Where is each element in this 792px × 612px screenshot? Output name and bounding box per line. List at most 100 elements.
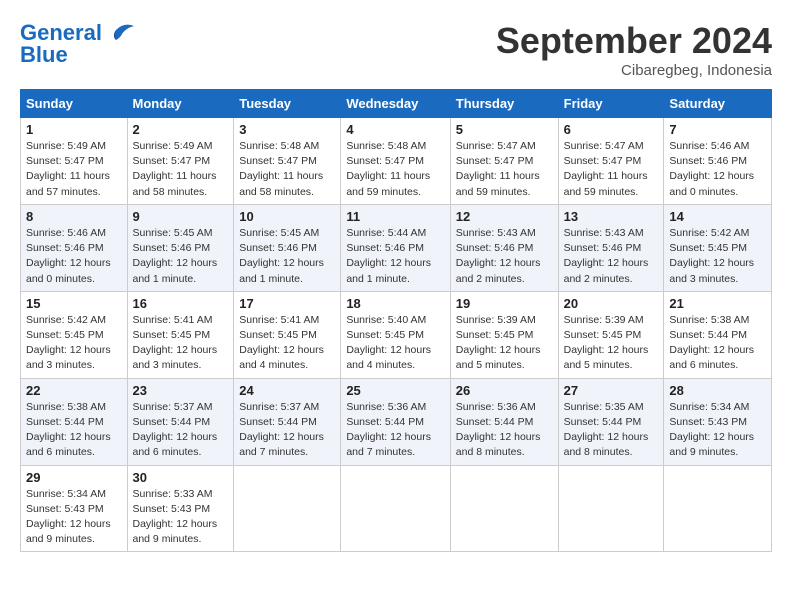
day-info: Sunrise: 5:36 AMSunset: 5:44 PMDaylight:… [456, 400, 553, 461]
calendar-week-row: 15Sunrise: 5:42 AMSunset: 5:45 PMDayligh… [21, 291, 772, 378]
day-number: 3 [239, 122, 335, 137]
calendar-header-row: SundayMondayTuesdayWednesdayThursdayFrid… [21, 90, 772, 118]
calendar-cell: 19 Sunrise: 5:39 AMSunset: 5:45 PMDayligh… [450, 291, 558, 378]
day-number: 2 [133, 122, 229, 137]
calendar-table: SundayMondayTuesdayWednesdayThursdayFrid… [20, 89, 772, 552]
day-number: 28 [669, 383, 766, 398]
day-info: Sunrise: 5:39 AMSunset: 5:45 PMDaylight:… [564, 313, 659, 374]
calendar-cell: 17Sunrise: 5:41 AMSunset: 5:45 PMDayligh… [234, 291, 341, 378]
day-number: 13 [564, 209, 659, 224]
calendar-cell [341, 465, 450, 552]
calendar-cell: 20 Sunrise: 5:39 AMSunset: 5:45 PMDayligh… [558, 291, 664, 378]
calendar-week-row: 8 Sunrise: 5:46 AMSunset: 5:46 PMDaylight… [21, 204, 772, 291]
day-number: 30 [133, 470, 229, 485]
calendar-week-row: 1 Sunrise: 5:49 AMSunset: 5:47 PMDaylight… [21, 118, 772, 205]
day-info: Sunrise: 5:46 AMSunset: 5:46 PMDaylight:… [669, 139, 766, 200]
day-info: Sunrise: 5:41 AMSunset: 5:45 PMDaylight:… [133, 313, 229, 374]
day-number: 18 [346, 296, 444, 311]
day-info: Sunrise: 5:35 AMSunset: 5:44 PMDaylight:… [564, 400, 659, 461]
day-info: Sunrise: 5:47 AMSunset: 5:47 PMDaylight:… [456, 139, 553, 200]
day-number: 7 [669, 122, 766, 137]
title-block: September 2024 Cibaregbeg, Indonesia [496, 20, 772, 79]
calendar-cell: 12Sunrise: 5:43 AMSunset: 5:46 PMDayligh… [450, 204, 558, 291]
day-info: Sunrise: 5:44 AMSunset: 5:46 PMDaylight:… [346, 226, 444, 287]
day-number: 22 [26, 383, 122, 398]
day-info: Sunrise: 5:45 AMSunset: 5:46 PMDaylight:… [133, 226, 229, 287]
calendar-cell: 24 Sunrise: 5:37 AMSunset: 5:44 PMDayligh… [234, 378, 341, 465]
calendar-cell [664, 465, 772, 552]
day-number: 10 [239, 209, 335, 224]
day-info: Sunrise: 5:40 AMSunset: 5:45 PMDaylight:… [346, 313, 444, 374]
day-info: Sunrise: 5:39 AMSunset: 5:45 PMDaylight:… [456, 313, 553, 374]
calendar-cell: 1 Sunrise: 5:49 AMSunset: 5:47 PMDaylight… [21, 118, 128, 205]
day-header-tuesday: Tuesday [234, 90, 341, 118]
calendar-cell: 15Sunrise: 5:42 AMSunset: 5:45 PMDayligh… [21, 291, 128, 378]
day-info: Sunrise: 5:49 AMSunset: 5:47 PMDaylight:… [133, 139, 229, 200]
calendar-cell: 5 Sunrise: 5:47 AMSunset: 5:47 PMDaylight… [450, 118, 558, 205]
calendar-cell: 23Sunrise: 5:37 AMSunset: 5:44 PMDayligh… [127, 378, 234, 465]
calendar-cell: 30 Sunrise: 5:33 AMSunset: 5:43 PMDayligh… [127, 465, 234, 552]
calendar-cell: 2 Sunrise: 5:49 AMSunset: 5:47 PMDaylight… [127, 118, 234, 205]
page-header: General Blue September 2024 Cibaregbeg, … [20, 20, 772, 79]
day-number: 14 [669, 209, 766, 224]
day-header-sunday: Sunday [21, 90, 128, 118]
day-info: Sunrise: 5:47 AMSunset: 5:47 PMDaylight:… [564, 139, 659, 200]
day-header-saturday: Saturday [664, 90, 772, 118]
calendar-cell [558, 465, 664, 552]
day-info: Sunrise: 5:46 AMSunset: 5:46 PMDaylight:… [26, 226, 122, 287]
month-title: September 2024 [496, 20, 772, 62]
day-header-wednesday: Wednesday [341, 90, 450, 118]
day-number: 4 [346, 122, 444, 137]
day-info: Sunrise: 5:34 AMSunset: 5:43 PMDaylight:… [669, 400, 766, 461]
calendar-cell: 11 Sunrise: 5:44 AMSunset: 5:46 PMDayligh… [341, 204, 450, 291]
day-number: 11 [346, 209, 444, 224]
calendar-cell: 28 Sunrise: 5:34 AMSunset: 5:43 PMDayligh… [664, 378, 772, 465]
day-number: 24 [239, 383, 335, 398]
day-info: Sunrise: 5:45 AMSunset: 5:46 PMDaylight:… [239, 226, 335, 287]
day-info: Sunrise: 5:37 AMSunset: 5:44 PMDaylight:… [133, 400, 229, 461]
calendar-cell [450, 465, 558, 552]
day-number: 29 [26, 470, 122, 485]
day-number: 26 [456, 383, 553, 398]
day-info: Sunrise: 5:43 AMSunset: 5:46 PMDaylight:… [564, 226, 659, 287]
day-info: Sunrise: 5:34 AMSunset: 5:43 PMDaylight:… [26, 487, 122, 548]
day-number: 6 [564, 122, 659, 137]
day-info: Sunrise: 5:48 AMSunset: 5:47 PMDaylight:… [346, 139, 444, 200]
calendar-cell: 3 Sunrise: 5:48 AMSunset: 5:47 PMDaylight… [234, 118, 341, 205]
day-info: Sunrise: 5:41 AMSunset: 5:45 PMDaylight:… [239, 313, 335, 374]
day-info: Sunrise: 5:42 AMSunset: 5:45 PMDaylight:… [669, 226, 766, 287]
day-info: Sunrise: 5:48 AMSunset: 5:47 PMDaylight:… [239, 139, 335, 200]
logo-blue-text: Blue [20, 42, 68, 68]
day-number: 9 [133, 209, 229, 224]
calendar-cell: 7 Sunrise: 5:46 AMSunset: 5:46 PMDaylight… [664, 118, 772, 205]
day-info: Sunrise: 5:37 AMSunset: 5:44 PMDaylight:… [239, 400, 335, 461]
day-number: 19 [456, 296, 553, 311]
day-number: 15 [26, 296, 122, 311]
calendar-week-row: 29 Sunrise: 5:34 AMSunset: 5:43 PMDayligh… [21, 465, 772, 552]
calendar-cell: 14 Sunrise: 5:42 AMSunset: 5:45 PMDayligh… [664, 204, 772, 291]
day-info: Sunrise: 5:33 AMSunset: 5:43 PMDaylight:… [133, 487, 229, 548]
day-header-thursday: Thursday [450, 90, 558, 118]
day-header-friday: Friday [558, 90, 664, 118]
logo: General Blue [20, 20, 134, 68]
day-info: Sunrise: 5:43 AMSunset: 5:46 PMDaylight:… [456, 226, 553, 287]
calendar-cell [234, 465, 341, 552]
calendar-cell: 26 Sunrise: 5:36 AMSunset: 5:44 PMDayligh… [450, 378, 558, 465]
location-text: Cibaregbeg, Indonesia [496, 62, 772, 79]
day-number: 8 [26, 209, 122, 224]
day-header-monday: Monday [127, 90, 234, 118]
calendar-cell: 27Sunrise: 5:35 AMSunset: 5:44 PMDayligh… [558, 378, 664, 465]
calendar-cell: 22Sunrise: 5:38 AMSunset: 5:44 PMDayligh… [21, 378, 128, 465]
day-number: 20 [564, 296, 659, 311]
calendar-cell: 13 Sunrise: 5:43 AMSunset: 5:46 PMDayligh… [558, 204, 664, 291]
calendar-cell: 9 Sunrise: 5:45 AMSunset: 5:46 PMDaylight… [127, 204, 234, 291]
day-number: 1 [26, 122, 122, 137]
day-info: Sunrise: 5:49 AMSunset: 5:47 PMDaylight:… [26, 139, 122, 200]
day-number: 21 [669, 296, 766, 311]
logo-bird-icon [106, 22, 134, 44]
day-number: 16 [133, 296, 229, 311]
day-number: 5 [456, 122, 553, 137]
calendar-cell: 25Sunrise: 5:36 AMSunset: 5:44 PMDayligh… [341, 378, 450, 465]
calendar-cell: 10 Sunrise: 5:45 AMSunset: 5:46 PMDayligh… [234, 204, 341, 291]
day-number: 25 [346, 383, 444, 398]
